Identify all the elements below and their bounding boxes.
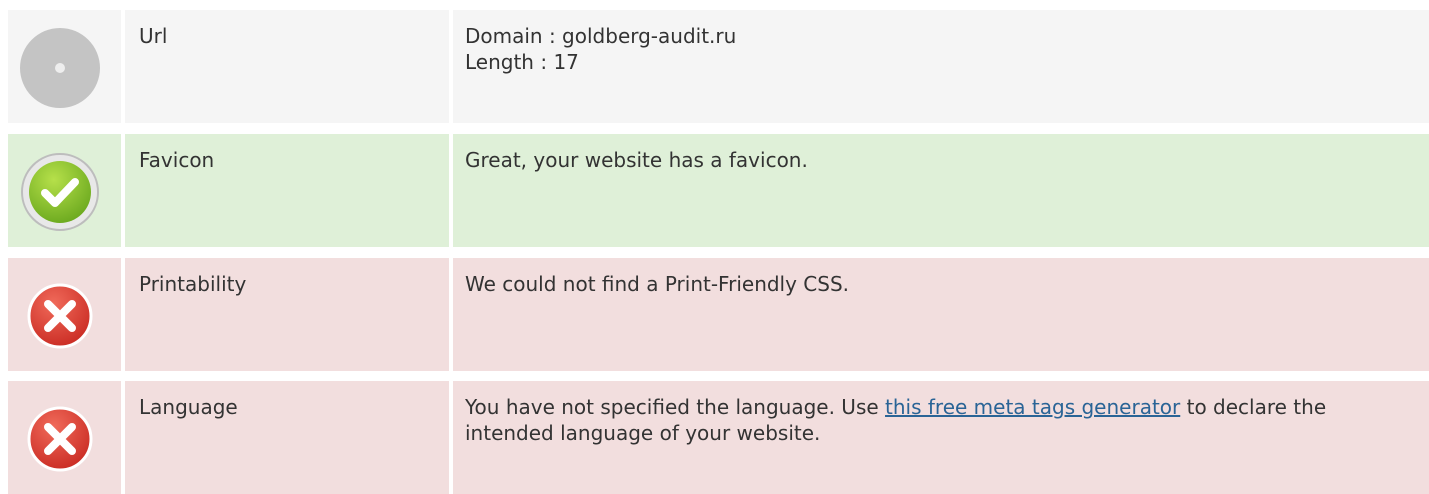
row-description: Great, your website has a favicon. <box>453 134 1429 247</box>
length-text: Length : 17 <box>465 50 579 74</box>
row-description: You have not specified the language. Use… <box>453 381 1429 494</box>
result-row-language: Language You have not specified the lang… <box>8 381 1429 494</box>
status-icon-cell <box>8 10 121 123</box>
circle-neutral-icon <box>20 28 100 108</box>
row-label: Printability <box>125 258 449 371</box>
row-label: Favicon <box>125 134 449 247</box>
row-label: Language <box>125 381 449 494</box>
meta-tags-generator-link[interactable]: this free meta tags generator <box>885 395 1180 419</box>
row-description: We could not find a Print-Friendly CSS. <box>453 258 1429 371</box>
error-x-icon <box>27 406 93 472</box>
error-x-icon <box>27 283 93 349</box>
status-icon-cell <box>8 381 121 494</box>
status-icon-cell <box>8 134 121 247</box>
row-label: Url <box>125 10 449 123</box>
result-row-url: Url Domain : goldberg-audit.ru Length : … <box>8 10 1429 123</box>
check-circle-icon <box>21 153 99 231</box>
status-icon-cell <box>8 258 121 371</box>
row-description: Domain : goldberg-audit.ru Length : 17 <box>453 10 1429 123</box>
domain-text: Domain : goldberg-audit.ru <box>465 24 737 48</box>
result-row-favicon: Favicon Great, your website has a favico… <box>8 134 1429 247</box>
result-row-printability: Printability We could not find a Print-F… <box>8 258 1429 371</box>
description-text-before: You have not specified the language. Use <box>465 395 886 419</box>
